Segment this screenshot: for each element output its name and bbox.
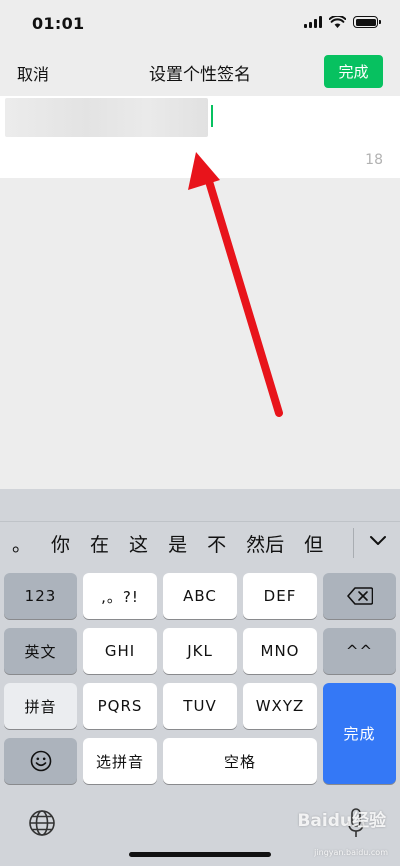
candidate-item[interactable]: 不	[197, 530, 236, 557]
key-abc[interactable]: ABC	[163, 573, 237, 619]
home-indicator[interactable]	[129, 852, 271, 857]
watermark-logo: Baidu经验	[297, 811, 386, 831]
emoji-icon	[30, 750, 51, 772]
status-bar: 01:01	[0, 0, 400, 48]
keyboard-done-key[interactable]: 完成	[323, 683, 396, 784]
key-123[interactable]: 123	[4, 573, 77, 619]
wifi-icon	[329, 16, 346, 28]
key-tuv[interactable]: TUV	[163, 683, 237, 729]
done-button[interactable]: 完成	[324, 55, 383, 88]
candidate-item[interactable]: 但	[294, 530, 333, 557]
nav-bar: 取消 设置个性签名 完成	[0, 48, 400, 96]
key-emoticon[interactable]: ^^	[323, 628, 396, 674]
key-punctuation[interactable]: ,。?!	[83, 573, 157, 619]
status-icons	[304, 16, 381, 28]
watermark-url: jingyan.baidu.com	[314, 848, 388, 857]
key-select-pinyin[interactable]: 选拼音	[83, 738, 157, 784]
signature-input[interactable]: 18	[0, 96, 400, 178]
text-cursor	[211, 105, 213, 127]
battery-icon	[353, 16, 381, 28]
candidate-item[interactable]: 是	[158, 530, 197, 557]
candidate-item[interactable]: 这	[119, 530, 158, 557]
chevron-down-icon[interactable]	[368, 533, 388, 547]
candidate-item[interactable]: 。	[2, 530, 41, 557]
candidate-item[interactable]: 在	[80, 530, 119, 557]
candidate-divider	[353, 528, 354, 558]
emoji-key[interactable]	[4, 738, 77, 784]
backspace-icon	[346, 587, 373, 605]
key-pinyin[interactable]: 拼音	[4, 683, 77, 729]
space-key[interactable]: 空格	[163, 738, 317, 784]
char-counter: 18	[365, 152, 383, 168]
key-def[interactable]: DEF	[243, 573, 317, 619]
candidate-bar: 。 你 在 这 是 不 然后 但	[0, 521, 400, 563]
candidate-item[interactable]: 然后	[236, 530, 294, 557]
globe-icon[interactable]	[28, 809, 56, 837]
backspace-key[interactable]	[323, 573, 396, 619]
blurred-signature-text	[5, 98, 208, 137]
status-time: 01:01	[32, 14, 85, 33]
cellular-signal-icon	[304, 16, 322, 28]
key-mno[interactable]: MNO	[243, 628, 317, 674]
key-jkl[interactable]: JKL	[163, 628, 237, 674]
candidate-item[interactable]: 你	[41, 530, 80, 557]
key-ghi[interactable]: GHI	[83, 628, 157, 674]
key-pqrs[interactable]: PQRS	[83, 683, 157, 729]
key-english[interactable]: 英文	[4, 628, 77, 674]
key-wxyz[interactable]: WXYZ	[243, 683, 317, 729]
